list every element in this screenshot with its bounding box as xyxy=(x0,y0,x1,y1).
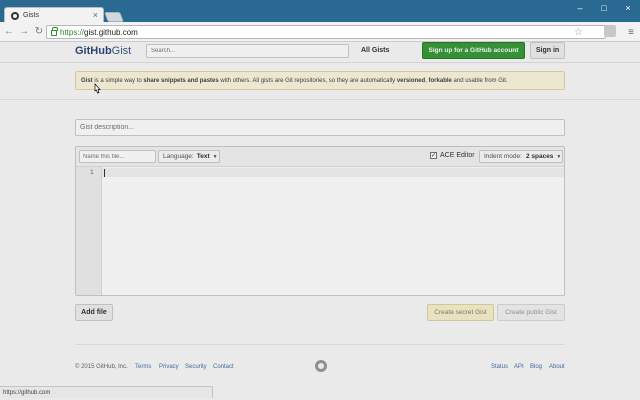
intro-notice: Gist is a simple way to share snippets a… xyxy=(75,71,565,90)
caret-down-icon: ▼ xyxy=(556,153,562,160)
browser-tab[interactable]: Gists × xyxy=(4,7,104,23)
maximize-button[interactable]: □ xyxy=(592,0,616,16)
site-footer: © 2015 GitHub, Inc. Terms Privacy Securi… xyxy=(75,360,565,374)
active-line xyxy=(102,168,564,177)
filename-input[interactable] xyxy=(79,150,156,163)
link-status-bar: https://github.com xyxy=(0,386,213,398)
footer-link-terms[interactable]: Terms xyxy=(135,364,151,370)
sign-in-button[interactable]: Sign in xyxy=(530,42,565,59)
new-tab-button[interactable] xyxy=(104,12,124,22)
extension-icon[interactable] xyxy=(604,25,616,37)
caret-down-icon: ▼ xyxy=(212,153,218,160)
indent-mode-select[interactable]: Indent mode: 2 spaces ▼ xyxy=(479,150,563,163)
editor-header: Language:Text▼ ✓ ACE Editor Indent mode:… xyxy=(76,147,564,167)
line-number: 1 xyxy=(90,169,94,176)
browser-window: Gists × – □ × ← → ↻ https://gist.github.… xyxy=(0,0,640,400)
text-cursor xyxy=(104,169,105,177)
address-bar[interactable]: https://gist.github.com ☆ xyxy=(46,25,606,39)
language-value: Text xyxy=(196,153,210,160)
lock-icon xyxy=(51,27,58,36)
footer-link-security[interactable]: Security xyxy=(185,364,207,370)
ace-checkbox[interactable]: ✓ xyxy=(430,152,437,159)
footer-link-privacy[interactable]: Privacy xyxy=(159,364,179,370)
copyright: © 2015 GitHub, Inc. xyxy=(75,364,128,370)
octocat-icon[interactable] xyxy=(315,360,327,372)
add-file-button[interactable]: Add file xyxy=(75,304,113,321)
browser-toolbar: ← → ↻ https://gist.github.com ☆ xyxy=(0,22,640,42)
window-controls: – □ × xyxy=(568,0,640,16)
forward-arrow-icon[interactable]: → xyxy=(18,26,30,38)
ace-label: ACE Editor xyxy=(440,152,475,159)
footer-link-blog[interactable]: Blog xyxy=(530,364,542,370)
line-gutter xyxy=(76,167,102,295)
bookmark-star-icon[interactable]: ☆ xyxy=(574,27,583,38)
close-window-button[interactable]: × xyxy=(616,0,640,16)
address-url: https://gist.github.com xyxy=(60,27,138,37)
back-arrow-icon[interactable]: ← xyxy=(3,26,15,38)
all-gists-link[interactable]: All Gists xyxy=(361,47,389,54)
search-input[interactable] xyxy=(146,44,349,58)
status-url: https://github.com xyxy=(3,389,51,396)
mouse-pointer-icon xyxy=(94,83,101,94)
gist-file-editor: Language:Text▼ ✓ ACE Editor Indent mode:… xyxy=(75,146,565,296)
footer-link-about[interactable]: About xyxy=(549,364,565,370)
github-gist-logo[interactable]: GitHubGist xyxy=(75,45,131,57)
create-public-gist-button[interactable]: Create public Gist xyxy=(497,304,565,321)
reload-icon[interactable]: ↻ xyxy=(33,26,45,38)
page: GitHubGist All Gists Sign up for a GitHu… xyxy=(0,42,640,400)
create-secret-gist-button[interactable]: Create secret Gist xyxy=(427,304,494,321)
tab-strip: Gists × – □ × xyxy=(0,0,640,23)
site-header: GitHubGist All Gists Sign up for a GitHu… xyxy=(0,42,640,62)
indent-value: 2 spaces xyxy=(525,153,554,160)
tab-title: Gists xyxy=(23,12,39,19)
footer-link-contact[interactable]: Contact xyxy=(213,364,234,370)
language-select[interactable]: Language: Text ▼ xyxy=(158,150,220,163)
ace-editor-toggle[interactable]: ✓ ACE Editor xyxy=(430,152,475,159)
footer-link-api[interactable]: API xyxy=(514,364,524,370)
minimize-button[interactable]: – xyxy=(568,0,592,16)
sign-up-button[interactable]: Sign up for a GitHub account xyxy=(422,42,525,59)
close-tab-icon[interactable]: × xyxy=(93,10,98,20)
footer-divider xyxy=(75,344,565,345)
footer-link-status[interactable]: Status xyxy=(491,364,508,370)
chrome-menu-icon[interactable]: ≡ xyxy=(628,27,634,38)
header-divider xyxy=(0,62,640,63)
gist-description-input[interactable] xyxy=(75,119,565,136)
notice-divider xyxy=(0,99,640,100)
github-favicon-icon xyxy=(11,11,19,20)
